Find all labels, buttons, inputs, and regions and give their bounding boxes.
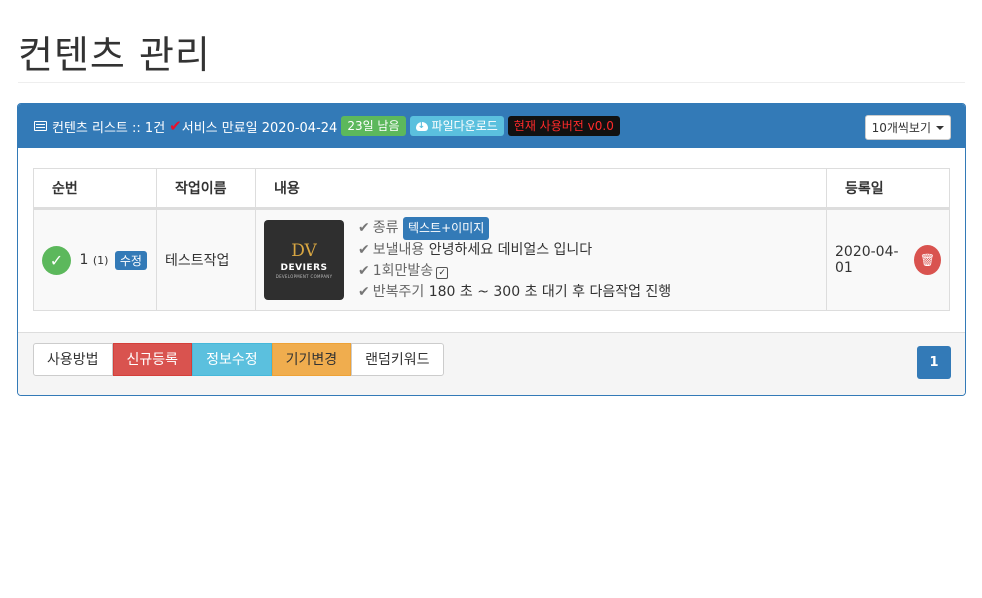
checked-box-icon: ✓: [436, 267, 449, 279]
delete-button[interactable]: 🗑: [914, 245, 941, 275]
action-button-group: 사용방법 신규등록 정보수정 기기변경 랜덤키워드: [33, 343, 444, 376]
check-icon: ✔: [358, 263, 370, 279]
header-job-name: 작업이름: [156, 168, 256, 210]
content-image-thumbnail[interactable]: DV DEVIERS DEVELOPMENT COMPANY: [264, 220, 344, 300]
usage-guide-button[interactable]: 사용방법: [33, 343, 113, 376]
file-download-label: 파일다운로드: [431, 119, 498, 133]
pagination-page-1[interactable]: 1: [917, 346, 951, 379]
service-expiry: 서비스 만료일 2020-04-24: [181, 120, 338, 136]
new-register-button[interactable]: 신규등록: [112, 343, 193, 376]
once-line: ✔ 1회만발송 ✓: [358, 261, 671, 282]
once-label: 1회만발송: [372, 263, 434, 279]
check-icon: ✔: [358, 242, 370, 258]
cell-content: DV DEVIERS DEVELOPMENT COMPANY ✔ 종류 텍스트+이…: [255, 208, 827, 311]
panel-heading: 컨텐츠 리스트 :: 1건 ✔ 서비스 만료일 2020-04-24 23일 남…: [18, 104, 965, 148]
content-list-panel: 컨텐츠 리스트 :: 1건 ✔ 서비스 만료일 2020-04-24 23일 남…: [17, 103, 966, 396]
logo-name: DEVIERS: [280, 262, 328, 273]
row-number: 1: [79, 252, 89, 268]
panel-heading-title: 컨텐츠 리스트 :: 1건: [52, 120, 166, 136]
change-device-button[interactable]: 기기변경: [271, 343, 352, 376]
page-title: 컨텐츠 관리: [18, 33, 211, 77]
page-size-dropdown[interactable]: 10개씩보기: [864, 115, 951, 140]
table-row: ✓ 1 (1) 수정 테스트작업 DV DEVIERS DEVELOPMENT …: [33, 208, 950, 311]
content-table-wrapper: 순번 작업이름 내용 등록일 ✓ 1 (1) 수정 테스트작업 DV DEVIE…: [33, 168, 950, 311]
check-icon: ✔: [358, 284, 370, 300]
page-size-label: 10개씩보기: [871, 121, 931, 135]
row-sub-count: (1): [92, 253, 109, 267]
cell-no: ✓ 1 (1) 수정: [33, 208, 157, 311]
cycle-label: 반복주기: [372, 284, 425, 300]
message-value: 안녕하세요 데비얼스 입니다: [428, 242, 593, 258]
content-table: 순번 작업이름 내용 등록일 ✓ 1 (1) 수정 테스트작업 DV DEVIE…: [33, 168, 950, 311]
cloud-download-icon: [415, 119, 428, 133]
check-icon: ✔: [169, 117, 182, 135]
type-badge: 텍스트+이미지: [402, 217, 490, 240]
message-line: ✔ 보낼내용 안녕하세요 데비얼스 입니다: [358, 240, 671, 261]
table-header-row: 순번 작업이름 내용 등록일: [33, 168, 950, 210]
trash-icon: 🗑: [919, 253, 936, 267]
file-download-button[interactable]: 파일다운로드: [409, 116, 504, 136]
version-badge: 현재 사용버전 v0.0: [507, 116, 620, 136]
registered-date: 2020-04-01: [835, 244, 899, 276]
list-icon: [34, 121, 47, 131]
message-label: 보낼내용: [372, 242, 425, 258]
check-icon: ✔: [358, 220, 370, 236]
header-content: 내용: [255, 168, 827, 210]
edit-info-button[interactable]: 정보수정: [192, 343, 272, 376]
cycle-value: 180 초 ~ 300 초 대기 후 다음작업 진행: [428, 284, 672, 300]
random-keyword-button[interactable]: 랜덤키워드: [351, 343, 444, 376]
logo-mark: DV: [291, 240, 317, 261]
logo-sub: DEVELOPMENT COMPANY: [275, 273, 333, 279]
title-divider: [18, 82, 965, 83]
cell-date: 2020-04-01 🗑: [826, 208, 950, 311]
content-info: ✔ 종류 텍스트+이미지 ✔ 보낼내용 안녕하세요 데비얼스 입니다 ✔ 1회만발송 ✓: [358, 217, 671, 303]
edit-button[interactable]: 수정: [114, 250, 147, 270]
type-line: ✔ 종류 텍스트+이미지: [358, 217, 671, 240]
ok-status-icon: ✓: [42, 245, 71, 275]
caret-down-icon: [936, 125, 944, 130]
header-no: 순번: [33, 168, 157, 210]
days-left-badge: 23일 남음: [341, 116, 406, 136]
header-date: 등록일: [826, 168, 950, 210]
panel-footer: 사용방법 신규등록 정보수정 기기변경 랜덤키워드 1: [18, 332, 965, 395]
cell-job-name: 테스트작업: [156, 208, 256, 311]
cycle-line: ✔ 반복주기 180 초 ~ 300 초 대기 후 다음작업 진행: [358, 282, 671, 303]
type-label: 종류: [372, 220, 399, 236]
